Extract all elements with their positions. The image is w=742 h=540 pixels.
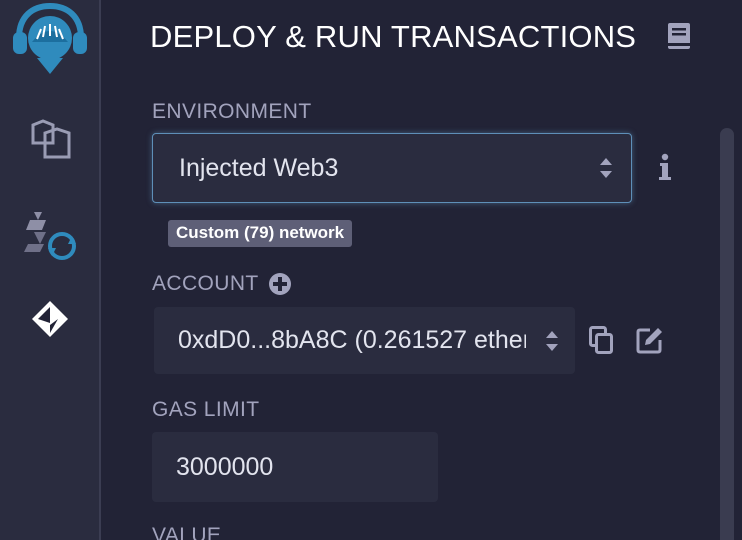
page-title: DEPLOY & RUN TRANSACTIONS — [150, 19, 637, 54]
gas-limit-value: 3000000 — [176, 452, 274, 481]
copy-icon[interactable] — [589, 326, 613, 354]
network-badge: Custom (79) network — [168, 220, 353, 247]
add-account-icon[interactable] — [268, 272, 292, 296]
value-label: VALUE — [152, 524, 222, 540]
deploy-run-panel: DEPLOY & RUN TRANSACTIONS ENVIRONMENT In… — [101, 0, 742, 540]
book-icon[interactable] — [666, 22, 692, 50]
remix-logo-icon[interactable] — [0, 0, 99, 80]
environment-select[interactable]: Injected Web3 — [152, 133, 632, 203]
deploy-run-icon[interactable] — [0, 288, 99, 350]
info-icon[interactable] — [658, 153, 672, 181]
select-arrows-icon — [546, 330, 558, 351]
environment-selected-value: Injected Web3 — [179, 153, 339, 182]
select-arrows-icon — [600, 158, 612, 178]
gas-limit-input[interactable]: 3000000 — [152, 432, 438, 502]
account-selected-value: 0xdD0...8bA8C (0.261527 ether) — [178, 326, 526, 354]
environment-label: ENVIRONMENT — [152, 100, 312, 123]
edit-icon[interactable] — [636, 326, 664, 354]
solidity-compiler-icon[interactable] — [0, 200, 99, 270]
account-label: ACCOUNT — [152, 272, 259, 295]
panel-scrollbar[interactable] — [720, 128, 734, 540]
file-explorer-icon[interactable] — [0, 108, 99, 170]
account-select[interactable]: 0xdD0...8bA8C (0.261527 ether) — [154, 307, 575, 374]
icon-sidebar — [0, 0, 101, 540]
gas-limit-label: GAS LIMIT — [152, 398, 260, 421]
